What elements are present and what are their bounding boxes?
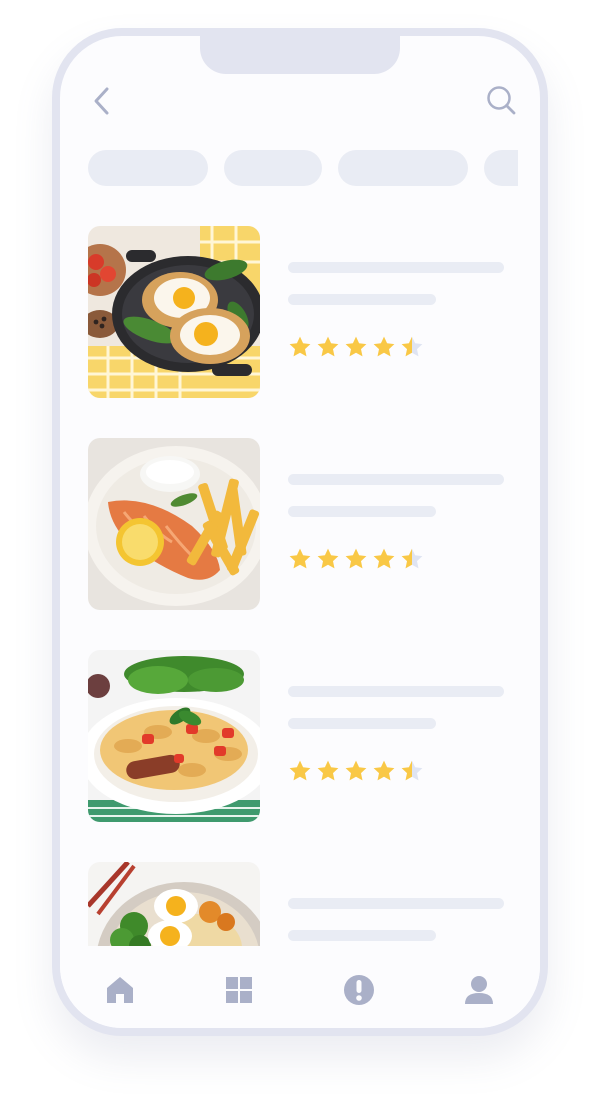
filter-chip-label xyxy=(484,150,485,151)
alert-icon xyxy=(344,975,374,1005)
star-filled-icon xyxy=(289,336,311,357)
recipe-image xyxy=(88,650,260,822)
grid-icon xyxy=(226,977,252,1003)
star-filled-icon xyxy=(317,760,339,781)
search-button[interactable] xyxy=(485,84,519,118)
tab-home[interactable] xyxy=(100,970,140,1010)
star-filled-icon xyxy=(289,548,311,569)
chevron-left-icon xyxy=(94,87,109,115)
recipe-subtitle-placeholder xyxy=(288,930,436,941)
filter-chip[interactable] xyxy=(88,150,208,186)
recipe-card[interactable] xyxy=(88,862,508,946)
phone-frame xyxy=(52,28,548,1036)
search-icon xyxy=(487,86,516,115)
star-half-icon xyxy=(401,548,423,569)
star-filled-icon xyxy=(345,760,367,781)
recipe-list[interactable] xyxy=(60,36,540,946)
star-rating xyxy=(288,759,424,783)
filter-chips xyxy=(88,150,518,188)
tab-profile[interactable] xyxy=(459,970,499,1010)
tab-grid[interactable] xyxy=(219,970,259,1010)
recipe-title-placeholder xyxy=(288,262,504,273)
star-filled-icon xyxy=(373,548,395,569)
back-button[interactable] xyxy=(85,84,119,118)
filter-chip-label xyxy=(224,150,225,151)
recipe-card[interactable] xyxy=(88,226,508,398)
recipe-title-placeholder xyxy=(288,686,504,697)
filter-chip-label xyxy=(338,150,339,151)
star-filled-icon xyxy=(345,548,367,569)
filter-chip-label xyxy=(88,150,89,151)
recipe-subtitle-placeholder xyxy=(288,506,436,517)
recipe-image xyxy=(88,862,260,946)
recipe-subtitle-placeholder xyxy=(288,718,436,729)
recipe-image xyxy=(88,438,260,610)
recipe-card[interactable] xyxy=(88,438,508,610)
bottom-tab-bar xyxy=(60,946,540,1028)
home-icon xyxy=(107,977,133,1003)
star-rating xyxy=(288,335,424,359)
tab-alerts[interactable] xyxy=(339,970,379,1010)
star-filled-icon xyxy=(317,548,339,569)
profile-icon xyxy=(465,976,493,1004)
star-half-icon xyxy=(401,760,423,781)
recipe-card[interactable] xyxy=(88,650,508,822)
star-filled-icon xyxy=(345,336,367,357)
recipe-title-placeholder xyxy=(288,898,504,909)
star-rating xyxy=(288,547,424,571)
star-filled-icon xyxy=(373,336,395,357)
star-filled-icon xyxy=(317,336,339,357)
recipe-subtitle-placeholder xyxy=(288,294,436,305)
recipe-image xyxy=(88,226,260,398)
star-filled-icon xyxy=(289,760,311,781)
filter-chip[interactable] xyxy=(338,150,468,186)
star-half-icon xyxy=(401,336,423,357)
star-filled-icon xyxy=(373,760,395,781)
recipe-title-placeholder xyxy=(288,474,504,485)
filter-chip[interactable] xyxy=(224,150,322,186)
filter-chip[interactable] xyxy=(484,150,518,186)
